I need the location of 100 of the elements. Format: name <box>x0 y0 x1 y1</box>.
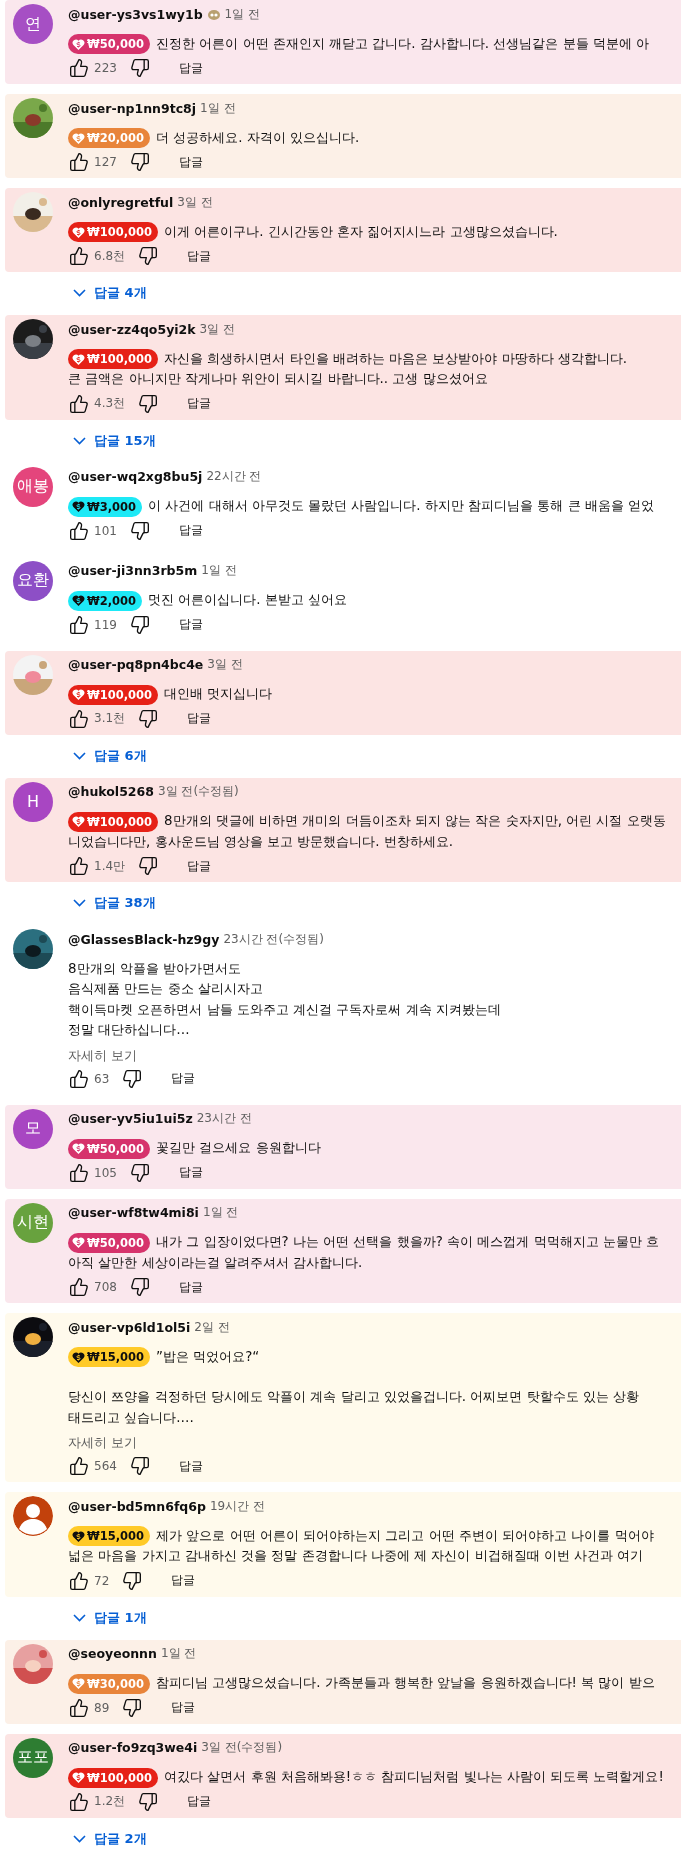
comment-text: 제가 앞으로 어떤 어른이 되어야하는지 그리고 어떤 주변이 되어야하고 나이를 먹어야 <box>156 1526 654 1545</box>
like-icon[interactable] <box>68 1790 90 1813</box>
user-handle[interactable]: @user-ys3vs1wy1b <box>68 6 203 22</box>
read-more-link[interactable]: 자세히 보기 <box>68 1434 138 1452</box>
user-handle[interactable]: @user-fo9zq3we4i <box>68 1740 198 1755</box>
user-handle[interactable]: @seoyeonnn <box>68 1646 157 1661</box>
user-handle[interactable]: @user-np1nn9tc8j <box>68 100 197 116</box>
user-handle[interactable]: @user-zz4qo5yi2k <box>68 321 196 337</box>
money-icon <box>72 1771 85 1784</box>
donation-chip: ₩15,000 <box>68 1347 151 1367</box>
read-more-link[interactable]: 자세히 보기 <box>68 1046 138 1065</box>
reply-button[interactable]: 답글 <box>181 853 218 879</box>
money-icon <box>72 815 85 828</box>
like-icon[interactable] <box>68 855 90 877</box>
comment-text: 태드리고 싶습니다.… <box>68 1408 195 1427</box>
comment-text: 큰 금액은 아니지만 작게나마 위안이 되시길 바랍니다.. 고생 많으셨어요 <box>68 370 489 388</box>
comment-text: 멋진 어른이십니다. 본받고 싶어요 <box>148 591 348 610</box>
replies-button[interactable]: 답글 2개 <box>65 1827 681 1850</box>
dislike-icon[interactable] <box>137 392 160 415</box>
dislike-icon[interactable] <box>121 1569 144 1592</box>
donation-chip: ₩50,000 <box>68 1138 151 1159</box>
replies-button[interactable]: 답글 38개 <box>65 892 681 914</box>
donation-chip: ₩20,000 <box>68 128 151 148</box>
reply-button[interactable]: 답글 <box>172 1453 209 1479</box>
comment-text: 대인배 멋지십니다 <box>164 685 273 704</box>
user-handle[interactable]: @user-bd5mn6fq6p <box>68 1498 206 1514</box>
reply-button[interactable]: 답글 <box>165 1695 202 1720</box>
comment-time: 1일 전 <box>200 99 236 117</box>
comment-time: 3일 전 <box>207 656 243 673</box>
user-handle[interactable]: @user-vp6ld1ol5i <box>68 1319 191 1335</box>
reply-button[interactable]: 답글 <box>181 391 218 416</box>
like-icon[interactable] <box>68 1569 90 1592</box>
like-icon[interactable] <box>68 1455 90 1477</box>
chevron-down-icon <box>73 751 86 760</box>
dislike-icon[interactable] <box>137 855 160 877</box>
like-icon[interactable] <box>68 392 90 415</box>
avatar[interactable]: H <box>13 781 53 822</box>
like-icon[interactable] <box>68 245 90 267</box>
dislike-icon[interactable] <box>121 1696 144 1719</box>
reply-button[interactable]: 답글 <box>172 1274 209 1300</box>
reply-button[interactable]: 답글 <box>181 1789 218 1814</box>
dislike-icon[interactable] <box>128 1455 151 1477</box>
user-handle[interactable]: @user-ji3nn3rb5m <box>68 563 198 578</box>
like-icon[interactable] <box>68 1067 90 1090</box>
dislike-icon[interactable] <box>137 1790 160 1813</box>
replies-button[interactable]: 답글 6개 <box>65 744 681 767</box>
like-icon[interactable] <box>68 1161 90 1184</box>
like-icon[interactable] <box>68 613 90 636</box>
dislike-icon[interactable] <box>137 245 160 267</box>
comment-text: 8만개의 악플을 받아가면서도 <box>68 959 242 978</box>
comment-time: 23시간 전 <box>196 1110 252 1127</box>
reply-button[interactable]: 답글 <box>172 518 209 543</box>
replies-button[interactable]: 답글 15개 <box>65 429 681 452</box>
reply-button[interactable]: 답글 <box>165 1066 202 1091</box>
reply-button[interactable]: 답글 <box>172 55 209 81</box>
like-icon[interactable] <box>68 1696 90 1719</box>
like-icon[interactable] <box>68 57 90 79</box>
reply-button[interactable]: 답글 <box>181 243 218 269</box>
like-count: 1.2천 <box>94 1793 126 1810</box>
dislike-icon[interactable] <box>128 1276 151 1298</box>
like-icon[interactable] <box>68 707 90 730</box>
replies-button[interactable]: 답글 1개 <box>65 1606 681 1629</box>
like-icon[interactable] <box>68 1276 90 1298</box>
dislike-icon[interactable] <box>128 1161 151 1184</box>
user-handle[interactable]: @user-pq8pn4bc4e <box>68 657 204 672</box>
dislike-icon[interactable] <box>128 57 151 79</box>
dislike-icon[interactable] <box>121 1067 144 1090</box>
dislike-icon[interactable] <box>137 707 160 730</box>
money-icon <box>72 688 85 701</box>
reply-button[interactable]: 답글 <box>172 149 209 175</box>
comment-text: 당신이 쯔양을 걱정하던 당시에도 악플이 계속 달리고 있었을겁니다. 어찌보면 탓할수도 있는 상황 <box>68 1388 640 1406</box>
user-handle[interactable]: @hukol5268 <box>68 784 154 799</box>
like-icon[interactable] <box>68 151 90 173</box>
avatar[interactable]: 포포 <box>13 1737 53 1778</box>
replies-button[interactable]: 답글 4개 <box>65 282 681 304</box>
avatar[interactable]: 요환 <box>13 560 53 601</box>
user-handle[interactable]: @user-wq2xg8bu5j <box>68 469 203 484</box>
donation-chip: ₩100,000 <box>68 811 159 832</box>
reply-button[interactable]: 답글 <box>165 1568 202 1593</box>
reply-button[interactable]: 답글 <box>172 612 209 637</box>
dislike-icon[interactable] <box>128 519 151 542</box>
avatar[interactable]: 애봉 <box>13 466 53 507</box>
user-handle[interactable]: @onlyregretful <box>68 194 174 210</box>
like-count: 127 <box>94 155 117 169</box>
user-handle[interactable]: @user-wf8tw4mi8i <box>68 1205 199 1220</box>
comment-time: 1일 전 <box>201 562 237 579</box>
like-icon[interactable] <box>68 519 90 542</box>
user-handle[interactable]: @user-yv5iu1ui5z <box>68 1111 193 1126</box>
avatar[interactable]: 연 <box>13 4 53 44</box>
money-icon <box>72 594 85 607</box>
reply-button[interactable]: 답글 <box>181 706 218 731</box>
reply-button[interactable]: 답글 <box>172 1160 209 1185</box>
comment-text: 여깄다 살면서 후원 처음해봐용!ㅎㅎ 참피디님처럼 빛나는 사람이 되도록 노력할게요! <box>164 1768 664 1787</box>
like-count: 223 <box>94 61 117 75</box>
user-handle[interactable]: @GlassesBlack-hz9gy <box>68 931 220 947</box>
avatar[interactable]: 모 <box>13 1108 53 1149</box>
person-icon[interactable] <box>13 1496 53 1536</box>
dislike-icon[interactable] <box>128 151 151 173</box>
dislike-icon[interactable] <box>128 613 151 636</box>
donation-chip: ₩3,000 <box>68 496 143 517</box>
